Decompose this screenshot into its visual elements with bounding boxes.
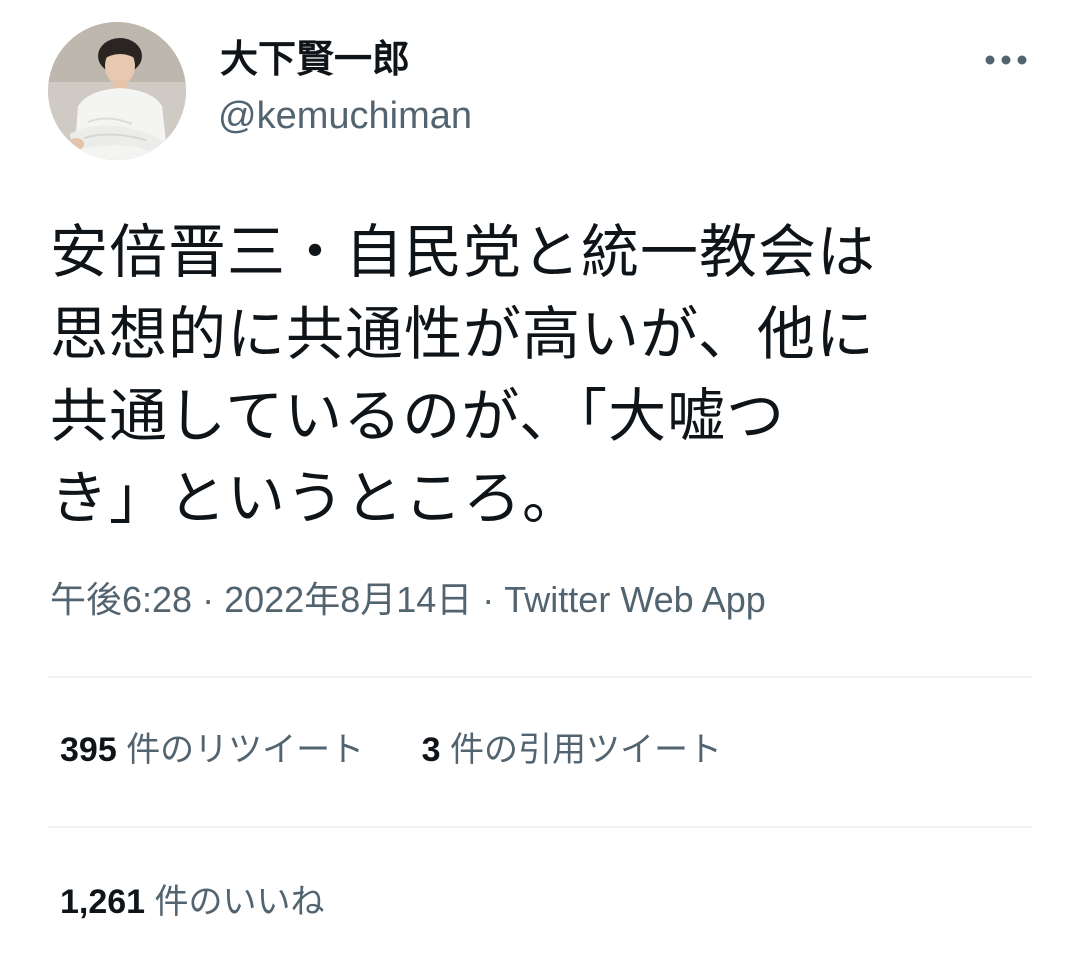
tweet-text-line: き」というところ。	[50, 466, 582, 531]
retweets-stat[interactable]: 395 件のリツイート	[60, 728, 364, 772]
meta-separator: ·	[482, 579, 495, 620]
tweet-metadata: 午後6:28 · 2022年8月14日 · Twitter Web App	[50, 578, 766, 622]
quote-count: 3	[421, 731, 441, 769]
tweet-time[interactable]: 午後6:28	[50, 579, 192, 620]
divider	[48, 826, 1032, 828]
tweet-text-line: 共通しているのが、「大嘘つ	[50, 384, 786, 449]
retweet-count: 395	[60, 731, 117, 769]
quote-label: 件の引用ツイート	[450, 731, 723, 769]
tweet-date[interactable]: 2022年8月14日	[224, 579, 472, 620]
display-name[interactable]: 大下賢一郎	[220, 38, 410, 82]
likes-stat[interactable]: 1,261 件のいいね	[60, 880, 325, 924]
more-options-button[interactable]	[980, 44, 1032, 76]
retweet-label: 件のリツイート	[126, 731, 365, 769]
quotes-stat[interactable]: 3 件の引用ツイート	[422, 728, 722, 772]
tweet-source-link[interactable]: Twitter Web App	[504, 579, 765, 620]
tweet-text-line: 思想的に共通性が高いが、他に	[50, 302, 875, 367]
retweet-quote-stats: 395 件のリツイート 3 件の引用ツイート	[60, 728, 722, 772]
tweet-text-line: 安倍晋三・自民党と統一教会は	[50, 220, 877, 285]
like-label: 件のいいね	[154, 883, 325, 921]
divider	[48, 676, 1032, 678]
like-count: 1,261	[60, 883, 146, 921]
user-handle[interactable]: @kemuchiman	[218, 94, 472, 138]
tweet-detail: 大下賢一郎 @kemuchiman 安倍晋三・自民党と統一教会は 思想的に共通性…	[0, 0, 1080, 971]
meta-separator: ·	[202, 579, 215, 620]
more-horizontal-icon	[985, 55, 1027, 65]
tweet-text: 安倍晋三・自民党と統一教会は 思想的に共通性が高いが、他に 共通しているのが、「…	[50, 212, 990, 540]
likes-stats: 1,261 件のいいね	[60, 880, 325, 924]
avatar[interactable]	[48, 22, 186, 160]
user-avatar-icon	[48, 22, 186, 160]
